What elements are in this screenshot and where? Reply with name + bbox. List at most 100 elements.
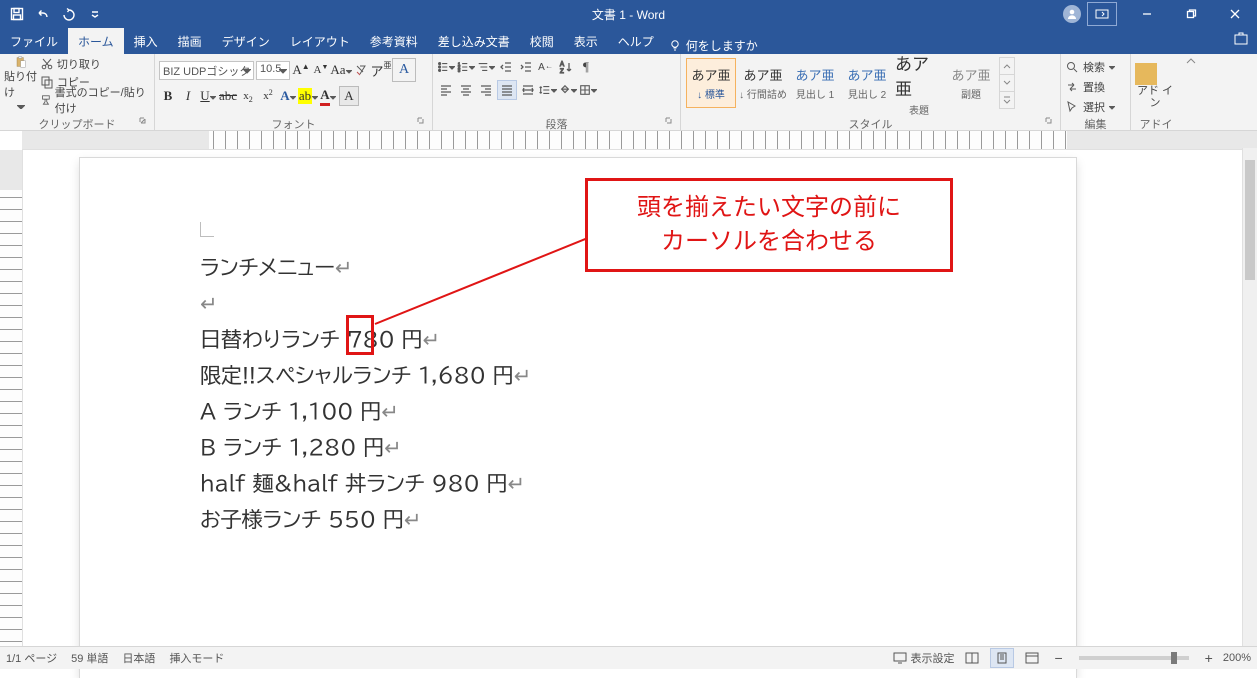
tab-view[interactable]: 表示 [564, 28, 608, 54]
font-name-combo[interactable]: BIZ UDPゴシック [159, 61, 254, 80]
style-nospacing[interactable]: あア亜↓ 行間詰め [738, 58, 788, 108]
tab-design[interactable]: デザイン [212, 28, 280, 54]
status-words[interactable]: 59 単語 [71, 650, 108, 666]
bold-button[interactable]: B [159, 87, 177, 105]
paragraph[interactable]: half 麺&half 丼ランチ 980 円↵ [200, 466, 531, 502]
increase-indent-button[interactable] [517, 58, 535, 76]
tab-references[interactable]: 参考資料 [360, 28, 428, 54]
callout-line1: 頭を揃えたい文字の前に [604, 191, 934, 225]
find-button[interactable]: 検索 [1065, 58, 1115, 76]
text-effects-button[interactable]: A [279, 87, 297, 105]
more-caret-icon[interactable] [1000, 92, 1014, 108]
justify-button[interactable] [497, 80, 517, 100]
subscript-button[interactable]: x2 [239, 87, 257, 105]
font-color-button[interactable]: A [319, 87, 337, 105]
up-caret-icon[interactable] [1000, 58, 1014, 75]
decrease-indent-button[interactable] [497, 58, 515, 76]
view-web-button[interactable] [1020, 648, 1044, 668]
paragraph[interactable]: お子様ランチ 550 円↵ [200, 502, 531, 538]
horizontal-ruler[interactable] [22, 131, 1257, 150]
show-marks-button[interactable]: ¶ [577, 58, 595, 76]
italic-button[interactable]: I [179, 87, 197, 105]
paragraph-dialog-launcher[interactable] [664, 116, 674, 126]
superscript-button[interactable]: x2 [259, 87, 277, 105]
align-center-button[interactable] [457, 81, 475, 99]
cursor-icon [1065, 100, 1079, 114]
line-spacing-button[interactable] [539, 81, 557, 99]
tab-draw[interactable]: 描画 [168, 28, 212, 54]
style-heading2[interactable]: あア亜見出し 2 [842, 58, 892, 108]
cut-button[interactable]: 切り取り [40, 56, 150, 72]
align-right-button[interactable] [477, 81, 495, 99]
view-print-button[interactable] [990, 648, 1014, 668]
clear-formatting-button[interactable] [352, 61, 370, 79]
borders-button[interactable] [579, 81, 597, 99]
align-left-button[interactable] [437, 81, 455, 99]
replace-button[interactable]: 置換 [1065, 78, 1105, 96]
tab-home[interactable]: ホーム [68, 28, 124, 54]
share-button[interactable] [1233, 31, 1249, 50]
highlight-button[interactable]: ab [299, 87, 317, 105]
page[interactable]: ランチメニュー↵↵日替わりランチ 780 円↵限定!!スペシャルランチ 1,68… [80, 158, 1076, 678]
select-button[interactable]: 選択 [1065, 98, 1115, 116]
enclose-characters-button[interactable]: A [392, 58, 416, 82]
character-shading-button[interactable]: A [339, 86, 359, 106]
style-normal[interactable]: あア亜↓ 標準 [686, 58, 736, 108]
svg-text:Z: Z [560, 69, 564, 74]
group-styles-label: スタイル [849, 119, 893, 131]
sort-button[interactable]: AZ [557, 58, 575, 76]
paste-icon [8, 56, 34, 68]
style-title[interactable]: あア亜表題 [894, 58, 944, 108]
format-painter-button[interactable]: 書式のコピー/貼り付け [40, 92, 150, 108]
tab-insert[interactable]: 挿入 [124, 28, 168, 54]
tab-help[interactable]: ヘルプ [608, 28, 664, 54]
numbering-button[interactable]: 123 [457, 58, 475, 76]
shrink-font-button[interactable]: A▼ [312, 61, 330, 79]
status-lang[interactable]: 日本語 [122, 650, 155, 666]
status-page[interactable]: 1/1 ページ [6, 650, 57, 666]
clipboard-dialog-launcher[interactable] [138, 116, 148, 126]
paragraph[interactable]: A ランチ 1,100 円↵ [200, 394, 531, 430]
paragraph[interactable]: B ランチ 1,280 円↵ [200, 430, 531, 466]
shading-button[interactable] [559, 81, 577, 99]
display-settings-button[interactable]: 表示設定 [893, 650, 954, 666]
underline-button[interactable]: U [199, 87, 217, 105]
zoom-out-button[interactable]: − [1050, 650, 1066, 666]
vertical-ruler[interactable] [0, 150, 23, 650]
bullets-button[interactable] [437, 58, 455, 76]
grow-font-button[interactable]: A▲ [292, 61, 310, 79]
style-subtitle[interactable]: あア亜副題 [946, 58, 996, 108]
zoom-level[interactable]: 200% [1223, 652, 1251, 664]
view-read-button[interactable] [960, 648, 984, 668]
strikethrough-button[interactable]: abc [219, 87, 237, 105]
zoom-in-button[interactable]: + [1201, 650, 1217, 666]
style-heading1[interactable]: あア亜見出し 1 [790, 58, 840, 108]
text-direction-button[interactable]: A↓ [537, 58, 555, 76]
multilevel-list-button[interactable] [477, 58, 495, 76]
tab-file[interactable]: ファイル [0, 28, 68, 54]
vertical-scrollbar[interactable] [1242, 148, 1257, 647]
tell-me-label: 何をしますか [686, 37, 758, 54]
document-content[interactable]: ランチメニュー↵↵日替わりランチ 780 円↵限定!!スペシャルランチ 1,68… [200, 250, 531, 538]
collapse-ribbon-button[interactable] [1181, 54, 1201, 130]
addin-button[interactable]: アド イン [1135, 56, 1175, 116]
status-mode[interactable]: 挿入モード [169, 650, 224, 666]
font-dialog-launcher[interactable] [416, 116, 426, 126]
tab-layout[interactable]: レイアウト [280, 28, 360, 54]
change-case-button[interactable]: Aa [332, 61, 350, 79]
font-size-combo[interactable]: 10.5 [256, 61, 290, 80]
svg-text:3: 3 [458, 68, 461, 73]
paragraph[interactable]: 限定!!スペシャルランチ 1,680 円↵ [200, 358, 531, 394]
group-paragraph-label: 段落 [546, 119, 568, 131]
zoom-slider[interactable] [1079, 656, 1189, 660]
tab-review[interactable]: 校閲 [520, 28, 564, 54]
tab-mailmerge[interactable]: 差し込み文書 [428, 28, 520, 54]
down-caret-icon[interactable] [1000, 75, 1014, 92]
phonetic-guide-button[interactable]: ア亜 [372, 61, 390, 79]
style-gallery-scroll[interactable] [999, 57, 1015, 109]
styles-dialog-launcher[interactable] [1044, 116, 1054, 126]
paste-button[interactable]: 貼り付け [4, 56, 38, 112]
tell-me-search[interactable]: 何をしますか [668, 37, 758, 54]
scroll-thumb[interactable] [1245, 160, 1255, 280]
distribute-button[interactable] [519, 81, 537, 99]
